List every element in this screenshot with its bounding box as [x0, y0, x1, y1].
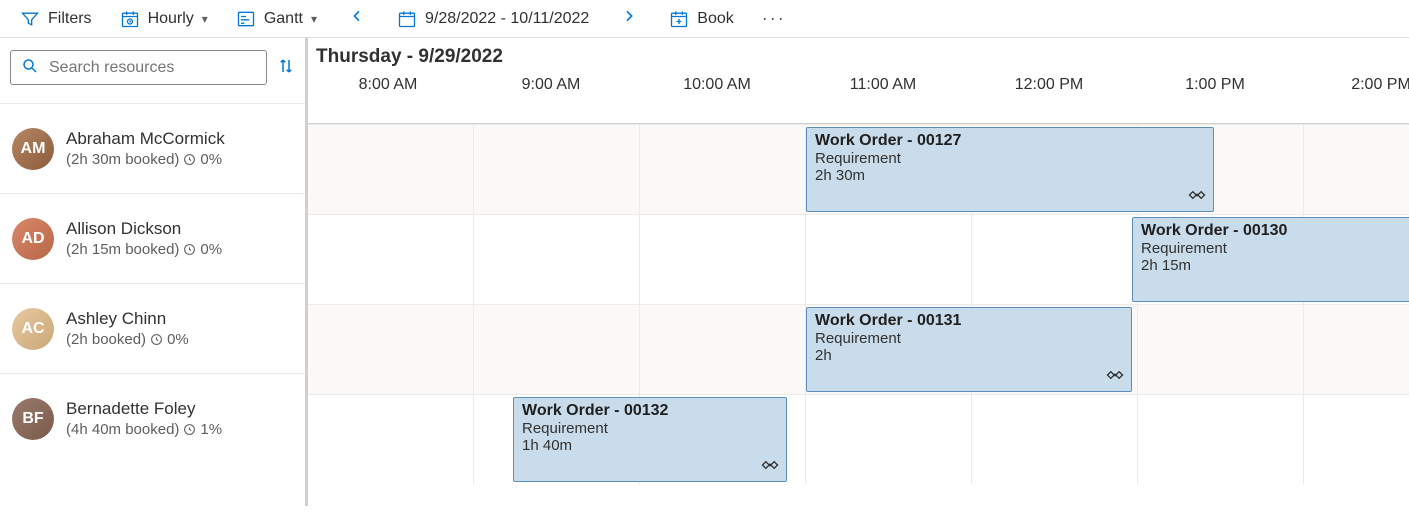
resource-row[interactable]: BF Bernadette Foley (4h 40m booked) 1% — [0, 373, 305, 463]
calendar-icon — [397, 9, 417, 29]
view-mode-dropdown[interactable]: Hourly ▾ — [120, 9, 208, 29]
gantt-dropdown[interactable]: Gantt ▾ — [236, 9, 317, 29]
clock-icon — [183, 423, 196, 436]
main-area: AM Abraham McCormick (2h 30m booked) 0% … — [0, 38, 1409, 506]
search-icon — [21, 57, 39, 78]
hour-label: 1:00 PM — [1132, 76, 1298, 116]
hour-label: 9:00 AM — [468, 76, 634, 116]
timeline-row[interactable]: Work Order - 00132 Requirement 1h 40m — [308, 394, 1409, 484]
resource-sidebar: AM Abraham McCormick (2h 30m booked) 0% … — [0, 38, 308, 506]
resource-info: Bernadette Foley (4h 40m booked) 1% — [66, 399, 293, 438]
avatar: AD — [12, 218, 54, 260]
search-row — [0, 38, 305, 103]
filter-icon — [20, 9, 40, 29]
timeline-header: Thursday - 9/29/2022 8:00 AM 9:00 AM 10:… — [308, 38, 1409, 124]
timeline-body: Work Order - 00127 Requirement 2h 30m Wo… — [308, 124, 1409, 484]
timeline-date: Thursday - 9/29/2022 — [308, 46, 1409, 76]
handshake-icon — [760, 455, 780, 475]
hour-label: 10:00 AM — [634, 76, 800, 116]
search-input-wrapper[interactable] — [10, 50, 267, 85]
resource-name: Bernadette Foley — [66, 399, 293, 419]
filters-label: Filters — [48, 10, 92, 28]
avatar: AC — [12, 308, 54, 350]
hour-label: 11:00 AM — [800, 76, 966, 116]
resource-row[interactable]: AC Ashley Chinn (2h booked) 0% — [0, 283, 305, 373]
timeline-row[interactable]: Work Order - 00130 Requirement 2h 15m — [308, 214, 1409, 304]
handshake-icon — [1105, 365, 1125, 385]
book-label: Book — [697, 10, 733, 28]
booking-subtitle: Requirement — [1141, 240, 1409, 257]
hour-label: 2:00 PM — [1298, 76, 1409, 116]
booking-title: Work Order - 00132 — [522, 402, 778, 420]
timeline-hours: 8:00 AM 9:00 AM 10:00 AM 11:00 AM 12:00 … — [308, 76, 1409, 116]
avatar: BF — [12, 398, 54, 440]
hourly-label: Hourly — [148, 10, 194, 28]
booking-duration: 2h 15m — [1141, 257, 1409, 274]
toolbar: Filters Hourly ▾ Gantt ▾ 9/28/2022 - 10/… — [0, 0, 1409, 38]
clock-icon — [183, 153, 196, 166]
resource-row[interactable]: AD Allison Dickson (2h 15m booked) 0% — [0, 193, 305, 283]
gantt-icon — [236, 9, 256, 29]
calendar-hour-icon — [120, 9, 140, 29]
booking-card[interactable]: Work Order - 00127 Requirement 2h 30m — [806, 127, 1214, 212]
resource-info: Abraham McCormick (2h 30m booked) 0% — [66, 129, 293, 168]
resource-subtext: (4h 40m booked) 1% — [66, 421, 293, 438]
booking-title: Work Order - 00131 — [815, 312, 1123, 330]
resource-row[interactable]: AM Abraham McCormick (2h 30m booked) 0% — [0, 103, 305, 193]
filters-button[interactable]: Filters — [20, 9, 92, 29]
resource-info: Allison Dickson (2h 15m booked) 0% — [66, 219, 293, 258]
hour-label: 12:00 PM — [966, 76, 1132, 116]
resource-info: Ashley Chinn (2h booked) 0% — [66, 309, 293, 348]
booking-duration: 2h — [815, 347, 1123, 364]
timeline: Thursday - 9/29/2022 8:00 AM 9:00 AM 10:… — [308, 38, 1409, 506]
search-input[interactable] — [49, 59, 256, 77]
booking-card[interactable]: Work Order - 00131 Requirement 2h — [806, 307, 1132, 392]
booking-subtitle: Requirement — [522, 420, 778, 437]
timeline-row[interactable]: Work Order - 00131 Requirement 2h — [308, 304, 1409, 394]
clock-icon — [150, 333, 163, 346]
avatar: AM — [12, 128, 54, 170]
resource-name: Ashley Chinn — [66, 309, 293, 329]
date-range-label: 9/28/2022 - 10/11/2022 — [425, 10, 589, 28]
chevron-down-icon: ▾ — [311, 12, 317, 26]
booking-duration: 1h 40m — [522, 437, 778, 454]
booking-title: Work Order - 00130 — [1141, 222, 1409, 240]
book-button[interactable]: Book — [669, 9, 733, 29]
handshake-icon — [1187, 185, 1207, 205]
booking-card[interactable]: Work Order - 00130 Requirement 2h 15m — [1132, 217, 1409, 302]
book-icon — [669, 9, 689, 29]
hour-label: 8:00 AM — [308, 76, 468, 116]
more-menu[interactable]: ··· — [762, 8, 786, 29]
clock-icon — [183, 243, 196, 256]
booking-duration: 2h 30m — [815, 167, 1205, 184]
prev-range-button[interactable] — [345, 8, 369, 29]
resource-name: Allison Dickson — [66, 219, 293, 239]
chevron-down-icon: ▾ — [202, 12, 208, 26]
sort-button[interactable] — [277, 57, 295, 78]
booking-title: Work Order - 00127 — [815, 132, 1205, 150]
resource-name: Abraham McCormick — [66, 129, 293, 149]
resource-subtext: (2h 15m booked) 0% — [66, 241, 293, 258]
timeline-row[interactable]: Work Order - 00127 Requirement 2h 30m — [308, 124, 1409, 214]
gantt-label: Gantt — [264, 10, 303, 28]
booking-subtitle: Requirement — [815, 150, 1205, 167]
next-range-button[interactable] — [617, 8, 641, 29]
booking-card[interactable]: Work Order - 00132 Requirement 1h 40m — [513, 397, 787, 482]
resource-subtext: (2h 30m booked) 0% — [66, 151, 293, 168]
booking-subtitle: Requirement — [815, 330, 1123, 347]
date-range-picker[interactable]: 9/28/2022 - 10/11/2022 — [397, 9, 589, 29]
resource-subtext: (2h booked) 0% — [66, 331, 293, 348]
